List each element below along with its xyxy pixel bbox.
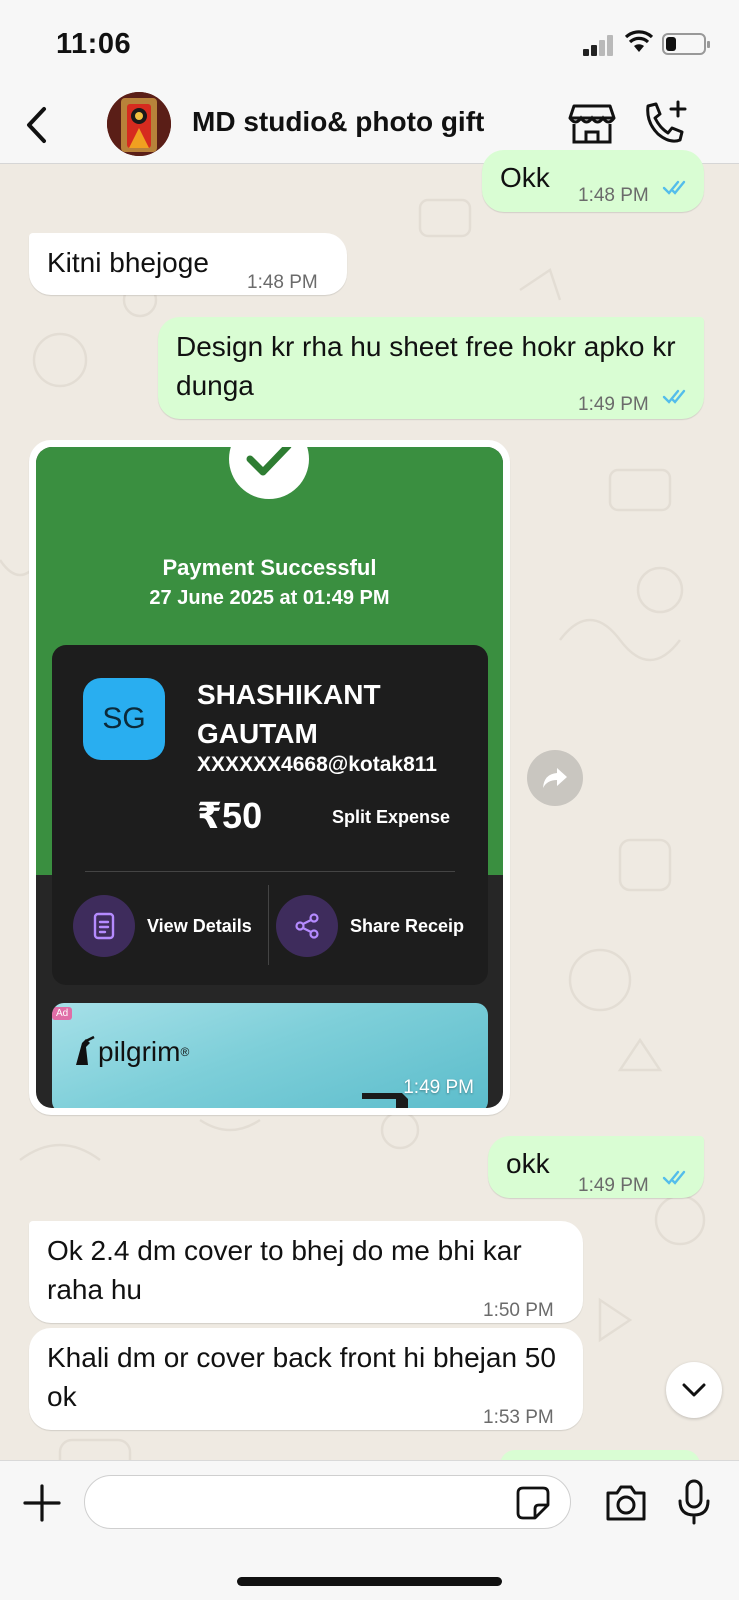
home-indicator <box>237 1577 502 1586</box>
forward-button[interactable] <box>527 750 583 806</box>
payee-card: SG SHASHIKANT GAUTAM XXXXXX4668@kotak811… <box>52 645 488 985</box>
catalog-button[interactable] <box>568 102 616 146</box>
divider <box>85 871 455 872</box>
battery-level <box>666 37 676 51</box>
cellular-signal-icon <box>583 34 613 56</box>
add-call-button[interactable] <box>640 100 688 146</box>
status-bar: 11:06 <box>0 0 739 88</box>
message-time: 1:49 PM <box>578 394 649 415</box>
view-details-action: View Details <box>73 895 252 957</box>
message-time: 1:50 PM <box>483 1300 554 1321</box>
microphone-icon[interactable] <box>676 1479 712 1525</box>
message-bubble-incoming[interactable]: Khali dm or cover back front hi bhejan 5… <box>29 1328 583 1430</box>
scroll-to-bottom-button[interactable] <box>666 1362 722 1418</box>
add-call-icon <box>646 100 687 143</box>
message-time: 1:48 PM <box>247 272 318 293</box>
message-time: 1:49 PM <box>578 1175 649 1196</box>
message-time: 1:53 PM <box>483 1407 554 1428</box>
payment-amount: ₹50 <box>197 795 263 836</box>
payment-date: 27 June 2025 at 01:49 PM <box>149 587 390 609</box>
share-receipt-label: Share Receip <box>350 915 465 936</box>
pilgrim-logo-icon <box>76 1035 95 1065</box>
battery-icon <box>662 33 710 55</box>
read-receipt-icon <box>662 1170 686 1185</box>
contact-name[interactable]: MD studio& photo gift <box>192 106 484 138</box>
read-receipt-icon <box>662 180 686 195</box>
plus-icon[interactable] <box>22 1483 62 1523</box>
message-text: okk <box>506 1148 550 1179</box>
message-input[interactable] <box>84 1475 571 1529</box>
message-bubble-outgoing[interactable]: okk 1:49 PM <box>488 1136 704 1198</box>
message-time: 1:48 PM <box>578 185 649 206</box>
contact-avatar[interactable] <box>107 92 171 156</box>
payment-screenshot[interactable]: Payment Successful 27 June 2025 at 01:49… <box>36 447 503 1108</box>
ad-banner: Ad pilgrim ® 1:49 PM <box>52 1003 488 1108</box>
chevron-left-icon <box>27 107 46 143</box>
payee-avatar: SG <box>83 678 165 760</box>
payee-upi-id: XXXXXX4668@kotak811 <box>197 753 437 776</box>
checkmark-icon <box>229 447 309 499</box>
status-time: 11:06 <box>56 28 132 60</box>
forward-icon <box>543 768 567 788</box>
store-icon <box>568 104 616 144</box>
back-button[interactable] <box>18 100 54 150</box>
ad-brand-mark: ® <box>180 1045 190 1059</box>
payment-status: Payment Successful <box>162 555 377 580</box>
message-time: 1:49 PM <box>403 1077 474 1098</box>
ad-brand-name: pilgrim <box>98 1036 181 1067</box>
share-receipt-action: Share Receip <box>276 895 488 957</box>
chevron-down-icon <box>682 1383 706 1397</box>
message-text: Okk <box>500 162 550 193</box>
image-message[interactable]: Payment Successful 27 June 2025 at 01:49… <box>29 440 510 1115</box>
read-receipt-icon <box>662 389 686 404</box>
divider <box>268 885 269 965</box>
view-details-label: View Details <box>147 915 252 936</box>
wifi-icon <box>624 30 654 52</box>
payee-name: SHASHIKANT GAUTAM <box>197 679 381 749</box>
camera-icon[interactable] <box>604 1483 648 1523</box>
ad-brand: pilgrim ® <box>72 1035 189 1069</box>
message-bubble-outgoing[interactable]: Okk 1:48 PM <box>482 150 704 212</box>
sticker-icon[interactable] <box>515 1485 551 1521</box>
avatar-image <box>107 92 171 156</box>
ad-tag: Ad <box>52 1007 73 1020</box>
message-text: Kitni bhejoge <box>47 247 209 278</box>
message-bubble-incoming[interactable]: Kitni bhejoge 1:48 PM <box>29 233 347 295</box>
message-bubble-outgoing[interactable]: Design kr rha hu sheet free hokr apko kr… <box>158 317 704 419</box>
document-icon <box>73 895 135 957</box>
payment-note: Split Expense <box>332 807 451 827</box>
message-bubble-incoming[interactable]: Ok 2.4 dm cover to bhej do me bhi kar ra… <box>29 1221 583 1323</box>
share-icon <box>276 895 338 957</box>
